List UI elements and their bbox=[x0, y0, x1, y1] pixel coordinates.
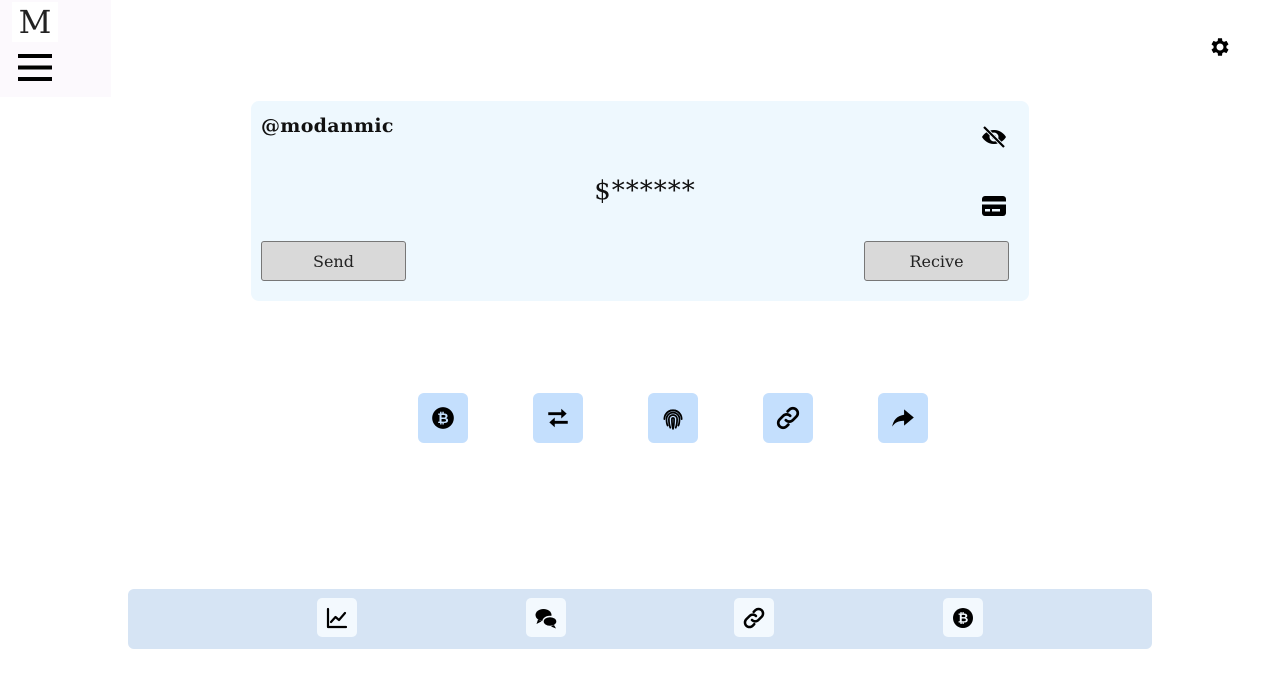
balance-display: $****** bbox=[594, 176, 696, 206]
logo: M bbox=[12, 2, 58, 42]
sidebar: M bbox=[0, 0, 111, 97]
nav-chat-button[interactable] bbox=[526, 598, 566, 637]
gear-icon[interactable] bbox=[1208, 35, 1232, 59]
link-icon bbox=[743, 607, 765, 628]
nav-bitcoin-button[interactable]: ₿ bbox=[943, 598, 983, 637]
nav-chart-button[interactable] bbox=[317, 598, 357, 637]
transfer-arrows-icon bbox=[548, 408, 568, 428]
send-button[interactable]: Send bbox=[261, 241, 406, 281]
action-transfer-button[interactable] bbox=[533, 393, 583, 443]
svg-text:₿: ₿ bbox=[958, 611, 969, 626]
svg-text:₿: ₿ bbox=[437, 411, 448, 427]
eye-slash-icon[interactable] bbox=[980, 123, 1008, 151]
comments-icon bbox=[535, 608, 558, 628]
action-share-button[interactable] bbox=[878, 393, 928, 443]
fingerprint-icon bbox=[663, 409, 683, 430]
username: @modanmic bbox=[261, 115, 394, 137]
bitcoin-icon: ₿ bbox=[432, 407, 454, 429]
bitcoin-icon: ₿ bbox=[953, 607, 973, 628]
hamburger-menu-icon[interactable] bbox=[18, 54, 52, 81]
action-bitcoin-button[interactable]: ₿ bbox=[418, 393, 468, 443]
receive-button[interactable]: Recive bbox=[864, 241, 1009, 281]
share-icon bbox=[892, 409, 914, 427]
credit-card-icon[interactable] bbox=[982, 195, 1006, 217]
wallet-card: @modanmic $****** Send Recive bbox=[251, 101, 1029, 301]
action-fingerprint-button[interactable] bbox=[648, 393, 698, 443]
action-link-button[interactable] bbox=[763, 393, 813, 443]
chart-line-icon bbox=[326, 607, 348, 628]
bottom-nav-bar: ₿ bbox=[128, 589, 1152, 649]
nav-link-button[interactable] bbox=[734, 598, 774, 637]
link-icon bbox=[776, 406, 800, 430]
